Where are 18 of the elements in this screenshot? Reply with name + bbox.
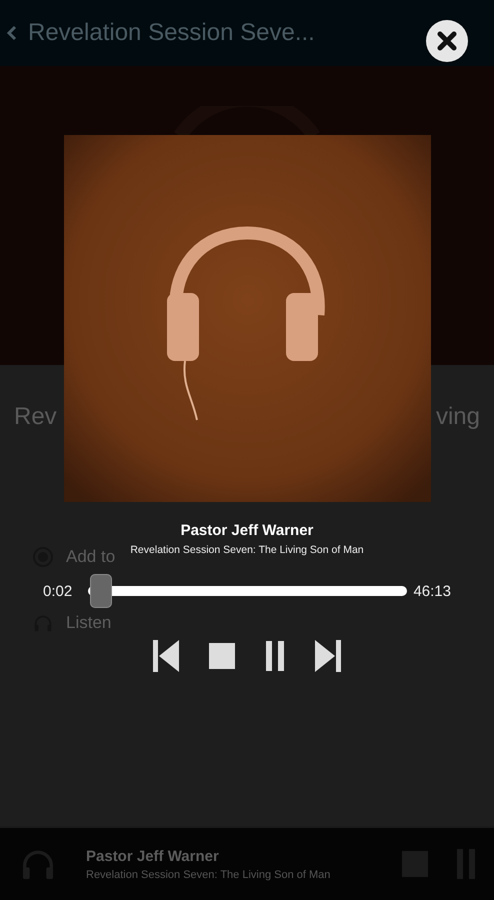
pause-icon[interactable]: [265, 641, 285, 671]
seek-track[interactable]: [88, 574, 408, 608]
duration-time: 46:13: [413, 582, 451, 600]
seek-thumb[interactable]: [90, 574, 112, 608]
page-title: Revelation Session Seve...: [28, 19, 315, 47]
previous-icon[interactable]: [153, 640, 179, 672]
mini-title: Revelation Session Seven: The Living Son of Man: [86, 868, 332, 880]
track-title: Revelation Session Seven: The Living Son of Man: [130, 544, 364, 556]
elapsed-time: 0:02: [43, 582, 72, 600]
artist-name: Pastor Jeff Warner: [180, 522, 314, 539]
episode-heading: Rev: [14, 403, 57, 431]
next-icon[interactable]: [315, 640, 341, 672]
episode-heading: ving: [436, 403, 480, 431]
close-icon: [436, 30, 458, 52]
option-label[interactable]: Add to: [66, 547, 116, 567]
back-icon[interactable]: [6, 25, 18, 41]
mini-artist: Pastor Jeff Warner: [86, 848, 220, 864]
option-label[interactable]: Listen: [66, 613, 112, 633]
